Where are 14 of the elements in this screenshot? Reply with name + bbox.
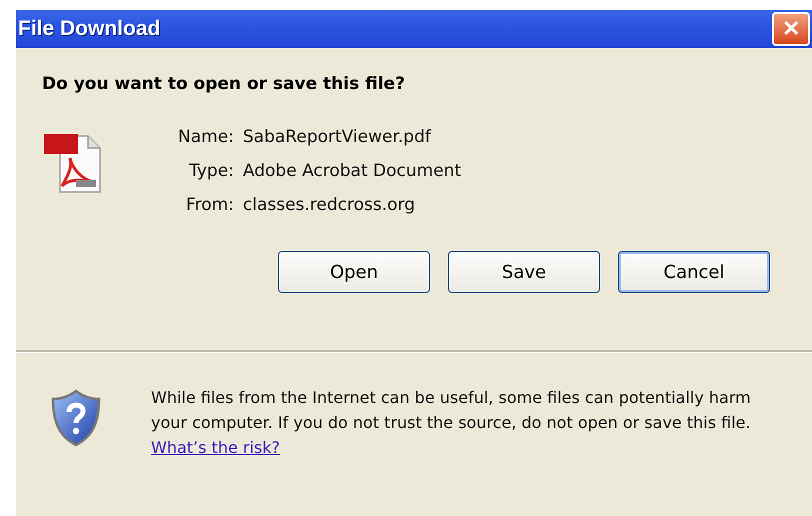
dialog-button[interactable]: Save <box>448 251 600 293</box>
dialog-button[interactable]: Open <box>278 251 430 293</box>
field-label: Name: <box>178 127 234 147</box>
field-label: From: <box>185 195 234 215</box>
field-value: SabaReportViewer.pdf <box>242 127 432 147</box>
window-title: File Download <box>18 17 160 41</box>
field-value: Adobe Acrobat Document <box>242 161 462 181</box>
warning-text: While files from the Internet can be useful, some files can potentially harm your computer. If you do not trust the source, do not open or save this file. What’s the risk? <box>151 387 751 459</box>
dialog-button[interactable]: Cancel <box>618 251 770 293</box>
security-shield-icon <box>50 389 102 447</box>
question-text: Do you want to open or save this file? <box>42 74 406 94</box>
field-value: classes.redcross.org <box>242 195 416 215</box>
field-label: Type: <box>188 161 234 181</box>
risk-link[interactable]: What’s the risk? <box>151 438 280 457</box>
